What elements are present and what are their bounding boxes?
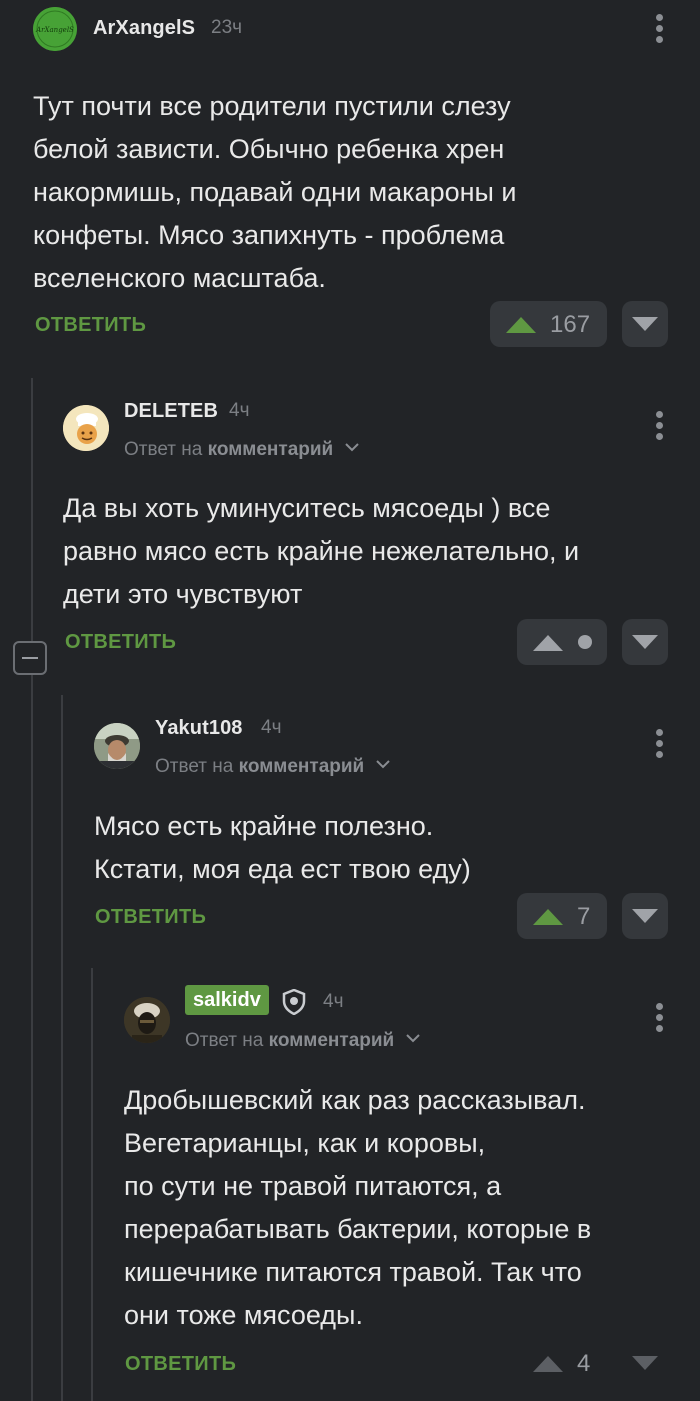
comment-time: 4ч xyxy=(261,717,282,738)
reply-to-link[interactable]: Ответ на комментарий xyxy=(155,756,390,778)
comment-text: Да вы хоть уминуситесь мясоеды ) все рав… xyxy=(63,487,683,616)
upvote-button[interactable]: 167 xyxy=(490,301,607,347)
reply-to-comment-link[interactable]: комментарий xyxy=(239,756,365,777)
avatar-chef-icon xyxy=(63,405,109,451)
avatar[interactable]: ArXangelS xyxy=(33,7,77,51)
reply-to-prefix: Ответ на xyxy=(185,1030,269,1051)
reply-button[interactable]: ОТВЕТИТЬ xyxy=(35,314,146,337)
author-name[interactable]: salkidv xyxy=(185,985,269,1015)
reply-to-prefix: Ответ на xyxy=(155,756,239,777)
comment-line: конфеты. Мясо запихнуть - проблема xyxy=(33,220,505,250)
upvote-button[interactable]: 4 xyxy=(517,1340,607,1386)
downvote-arrow-icon xyxy=(632,909,658,923)
comment-line: по сути не травой питаются, а xyxy=(124,1171,502,1201)
upvote-arrow-icon xyxy=(533,1356,563,1372)
avatar[interactable] xyxy=(63,405,109,451)
comment-line: Кстати, моя еда ест твою еду) xyxy=(94,854,471,884)
comment-line: Дробышевский как раз рассказывал. xyxy=(124,1085,586,1115)
avatar-photo-icon xyxy=(124,997,170,1043)
comment-line: равно мясо есть крайне нежелательно, и xyxy=(63,536,580,566)
comment-time: 4ч xyxy=(229,400,250,421)
reply-button[interactable]: ОТВЕТИТЬ xyxy=(65,631,176,654)
comment-line: кишечнике питаются травой. Так что xyxy=(124,1257,582,1287)
chevron-down-icon xyxy=(344,443,359,452)
more-options-icon[interactable] xyxy=(648,11,672,47)
downvote-button[interactable] xyxy=(622,619,668,665)
reply-to-link[interactable]: Ответ на комментарий xyxy=(124,439,359,461)
downvote-arrow-icon xyxy=(632,317,658,331)
more-options-icon[interactable] xyxy=(648,726,672,762)
avatar[interactable] xyxy=(124,997,170,1043)
reply-button[interactable]: ОТВЕТИТЬ xyxy=(125,1353,236,1376)
reply-to-comment-link[interactable]: комментарий xyxy=(269,1030,395,1051)
downvote-button[interactable] xyxy=(622,301,668,347)
author-name[interactable]: DELETEB xyxy=(124,400,218,423)
reply-to-link[interactable]: Ответ на комментарий xyxy=(185,1030,420,1052)
upvote-arrow-icon xyxy=(533,909,563,925)
comment-line: вселенского масштаба. xyxy=(33,263,326,293)
comment-line: накормишь, подавай одни макароны и xyxy=(33,177,517,207)
upvote-button[interactable]: 7 xyxy=(517,893,607,939)
upvote-button[interactable] xyxy=(517,619,607,665)
more-options-icon[interactable] xyxy=(648,408,672,444)
avatar-lettering: ArXangelS xyxy=(35,26,74,34)
comment-line: перерабатывать бактерии, которые в xyxy=(124,1214,592,1244)
downvote-button[interactable] xyxy=(622,893,668,939)
author-name[interactable]: Yakut108 xyxy=(155,717,243,740)
avatar[interactable] xyxy=(94,723,140,769)
minus-icon xyxy=(22,657,38,659)
thread-line-level-1 xyxy=(31,378,33,1401)
thread-line-level-3 xyxy=(91,968,93,1401)
rating-count: 7 xyxy=(577,903,591,930)
comment-text: Тут почти все родители пустили слезу бел… xyxy=(33,85,673,300)
downvote-arrow-icon xyxy=(632,635,658,649)
chevron-down-icon xyxy=(375,760,390,769)
avatar-photo-icon xyxy=(94,723,140,769)
comment-line: Да вы хоть уминуситесь мясоеды ) все xyxy=(63,493,551,523)
comment-text: Дробышевский как раз рассказывал. Вегета… xyxy=(124,1079,684,1337)
avatar-logo-icon: ArXangelS xyxy=(33,7,77,51)
downvote-arrow-icon xyxy=(632,1356,658,1370)
comment-line: дети это чувствуют xyxy=(63,579,303,609)
comment-time: 4ч xyxy=(323,991,344,1012)
upvote-arrow-icon xyxy=(506,317,536,333)
comment-line: они тоже мясоеды. xyxy=(124,1300,363,1330)
thread-line-level-2 xyxy=(61,695,63,1401)
comment-line: Мясо есть крайне полезно. xyxy=(94,811,434,841)
author-name[interactable]: ArXangelS xyxy=(93,17,195,40)
chevron-down-icon xyxy=(405,1034,420,1043)
reply-to-prefix: Ответ на xyxy=(124,439,208,460)
comment-line: Вегетарианцы, как и коровы, xyxy=(124,1128,486,1158)
comment-time: 23ч xyxy=(211,17,243,38)
shield-icon xyxy=(282,989,306,1015)
comment-line: белой зависти. Обычно ребенка хрен xyxy=(33,134,505,164)
collapse-thread-button[interactable] xyxy=(13,641,47,675)
rating-hidden-dot-icon xyxy=(578,635,592,649)
reply-button[interactable]: ОТВЕТИТЬ xyxy=(95,906,206,929)
upvote-arrow-icon xyxy=(533,635,563,651)
rating-count: 4 xyxy=(577,1350,591,1377)
more-options-icon[interactable] xyxy=(648,1000,672,1036)
comment-text: Мясо есть крайне полезно. Кстати, моя ед… xyxy=(94,805,684,891)
downvote-button[interactable] xyxy=(622,1340,668,1386)
rating-count: 167 xyxy=(550,311,591,338)
reply-to-comment-link[interactable]: комментарий xyxy=(208,439,334,460)
comment-line: Тут почти все родители пустили слезу xyxy=(33,91,511,121)
